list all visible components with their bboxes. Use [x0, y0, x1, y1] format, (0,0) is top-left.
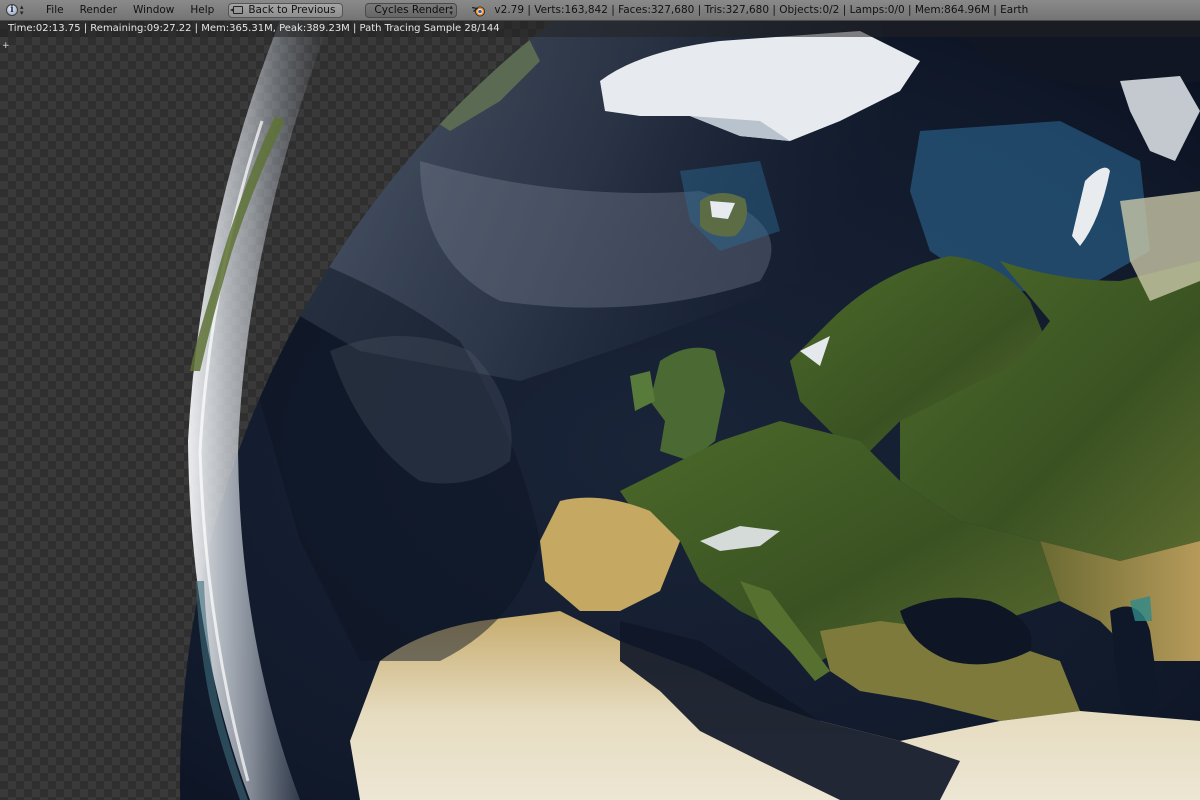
menu-window[interactable]: Window: [125, 4, 182, 16]
back-to-previous-button[interactable]: Back to Previous: [228, 2, 344, 18]
menu-file[interactable]: File: [38, 4, 72, 16]
scene-stats: v2.79 | Verts:163,842 | Faces:327,680 | …: [494, 4, 1029, 16]
render-info-bar: Time:02:13.75 | Remaining:09:27.22 | Mem…: [0, 21, 1200, 37]
menu-help[interactable]: Help: [182, 4, 222, 16]
render-engine-label: Cycles Render: [374, 4, 450, 16]
render-engine-select[interactable]: Cycles Render ▴ ▾: [365, 2, 458, 18]
earth-render-image: [180, 21, 1200, 800]
render-progress-text: Time:02:13.75 | Remaining:09:27.22 | Mem…: [8, 23, 500, 34]
menu-render[interactable]: Render: [72, 4, 125, 16]
updown-arrows-icon: ▴ ▾: [20, 3, 24, 17]
render-viewport[interactable]: + Time:02:13.75 | Remaining:09:27.22 | M…: [0, 21, 1200, 800]
updown-arrows-icon: ▴ ▾: [449, 3, 453, 17]
crosshair-cursor-icon: +: [2, 41, 10, 51]
blender-logo-icon: [472, 6, 486, 16]
info-icon: i: [6, 4, 18, 16]
back-to-previous-label: Back to Previous: [248, 4, 336, 16]
editor-type-selector[interactable]: i ▴ ▾: [6, 2, 30, 19]
info-header: i ▴ ▾ File Render Window Help Back to Pre…: [0, 0, 1200, 21]
back-to-previous-icon: [230, 6, 244, 14]
menu-bar: File Render Window Help: [38, 4, 222, 16]
blender-window: i ▴ ▾ File Render Window Help Back to Pre…: [0, 0, 1200, 800]
